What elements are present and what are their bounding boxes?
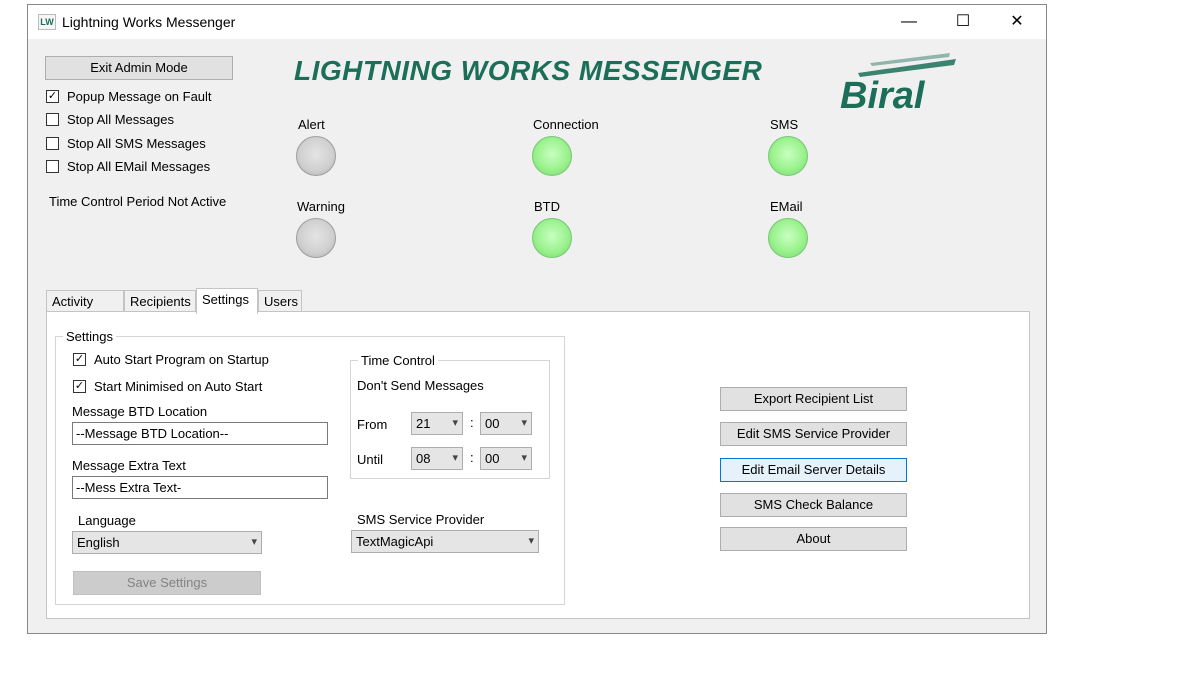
maximize-button[interactable]: ☐ [936,5,990,39]
popup-on-fault-checkbox[interactable]: ✓ Popup Message on Fault [46,89,212,104]
checkbox-label: Stop All SMS Messages [67,136,206,151]
checkbox-box[interactable]: ✓ [46,90,59,103]
settings-tab-panel: Settings ✓ Auto Start Program on Startup… [46,311,1030,619]
start-minimised-checkbox[interactable]: ✓ Start Minimised on Auto Start [73,379,262,394]
sms-check-balance-button[interactable]: SMS Check Balance [720,493,907,517]
window-title: Lightning Works Messenger [62,14,236,30]
btd-indicator-light [532,218,572,258]
tab-recipients[interactable]: Recipients [124,290,196,312]
biral-logo: Biral [840,53,956,115]
time-separator: : [470,415,474,430]
logo-text: Biral [840,75,926,115]
until-minute-select[interactable]: 00 ▾ [480,447,532,470]
chevron-down-icon: ▾ [452,452,458,464]
time-separator: : [470,450,474,465]
extra-text-label: Message Extra Text [72,458,186,473]
from-minute-value: 00 [485,416,500,431]
btd-location-label: Message BTD Location [72,404,208,419]
from-hour-select[interactable]: 21 ▾ [411,412,463,435]
until-hour-select[interactable]: 08 ▾ [411,447,463,470]
chevron-down-icon: ▾ [521,452,527,464]
chevron-down-icon: ▾ [521,417,527,429]
checkbox-box[interactable] [46,160,59,173]
checkbox-label: Stop All Messages [67,112,174,127]
banner-title: LIGHTNING WORKS MESSENGER [294,55,763,86]
until-label: Until [357,452,384,467]
time-control-subtitle: Don't Send Messages [357,378,484,393]
indicator-label-sms: SMS [770,117,799,132]
chevron-down-icon: ▾ [452,417,458,429]
until-minute-value: 00 [485,451,500,466]
stop-all-messages-checkbox[interactable]: Stop All Messages [46,112,174,127]
checkbox-label: Auto Start Program on Startup [94,352,269,367]
from-minute-select[interactable]: 00 ▾ [480,412,532,435]
auto-start-checkbox[interactable]: ✓ Auto Start Program on Startup [73,352,269,367]
until-hour-value: 08 [416,451,431,466]
checkbox-box[interactable] [46,113,59,126]
stop-all-sms-checkbox[interactable]: Stop All SMS Messages [46,136,206,151]
edit-sms-provider-button[interactable]: Edit SMS Service Provider [720,422,907,446]
time-control-title: Time Control [361,353,435,368]
language-select[interactable]: English ▾ [72,531,262,554]
about-button[interactable]: About [720,527,907,551]
close-button[interactable]: ✕ [990,5,1044,39]
tab-users[interactable]: Users [258,290,302,312]
checkbox-label: Popup Message on Fault [67,89,212,104]
edit-email-server-button[interactable]: Edit Email Server Details [720,458,907,482]
app-icon: LW [38,14,56,30]
sms-indicator-light [768,136,808,176]
checkbox-label: Stop All EMail Messages [67,159,211,174]
indicator-label-alert: Alert [298,117,325,132]
language-select-value: English [77,535,120,550]
language-label: Language [78,513,136,528]
export-recipient-list-button[interactable]: Export Recipient List [720,387,907,411]
time-control-status: Time Control Period Not Active [49,194,227,209]
indicator-label-btd: BTD [534,199,560,214]
title-bar[interactable]: LW Lightning Works Messenger — ☐ ✕ [28,5,1046,39]
checkbox-box[interactable]: ✓ [73,380,86,393]
save-settings-button[interactable]: Save Settings [73,571,261,595]
checkbox-box[interactable] [46,137,59,150]
sms-provider-label: SMS Service Provider [357,512,485,527]
extra-text-input[interactable]: --Mess Extra Text- [72,476,328,499]
from-label: From [357,417,388,432]
warning-indicator-light [296,218,336,258]
email-indicator-light [768,218,808,258]
chevron-down-icon: ▾ [251,536,257,548]
indicator-label-email: EMail [770,199,803,214]
btd-location-input[interactable]: --Message BTD Location-- [72,422,328,445]
tab-settings[interactable]: Settings [196,288,258,314]
app-window: LW Lightning Works Messenger — ☐ ✕ Exit … [27,4,1047,634]
checkbox-box[interactable]: ✓ [73,353,86,366]
minimize-button[interactable]: — [882,5,936,39]
sms-provider-value: TextMagicApi [356,534,434,549]
settings-group-title: Settings [66,329,113,344]
from-hour-value: 21 [416,416,431,431]
indicator-label-connection: Connection [533,117,599,132]
connection-indicator-light [532,136,572,176]
tab-activity-log[interactable]: Activity Log [46,290,124,331]
exit-admin-mode-button[interactable]: Exit Admin Mode [45,56,233,80]
sms-provider-select[interactable]: TextMagicApi ▾ [351,530,539,553]
alert-indicator-light [296,136,336,176]
stop-all-email-checkbox[interactable]: Stop All EMail Messages [46,159,210,174]
indicator-label-warning: Warning [297,199,345,214]
checkbox-label: Start Minimised on Auto Start [94,379,263,394]
chevron-down-icon: ▾ [528,535,534,547]
